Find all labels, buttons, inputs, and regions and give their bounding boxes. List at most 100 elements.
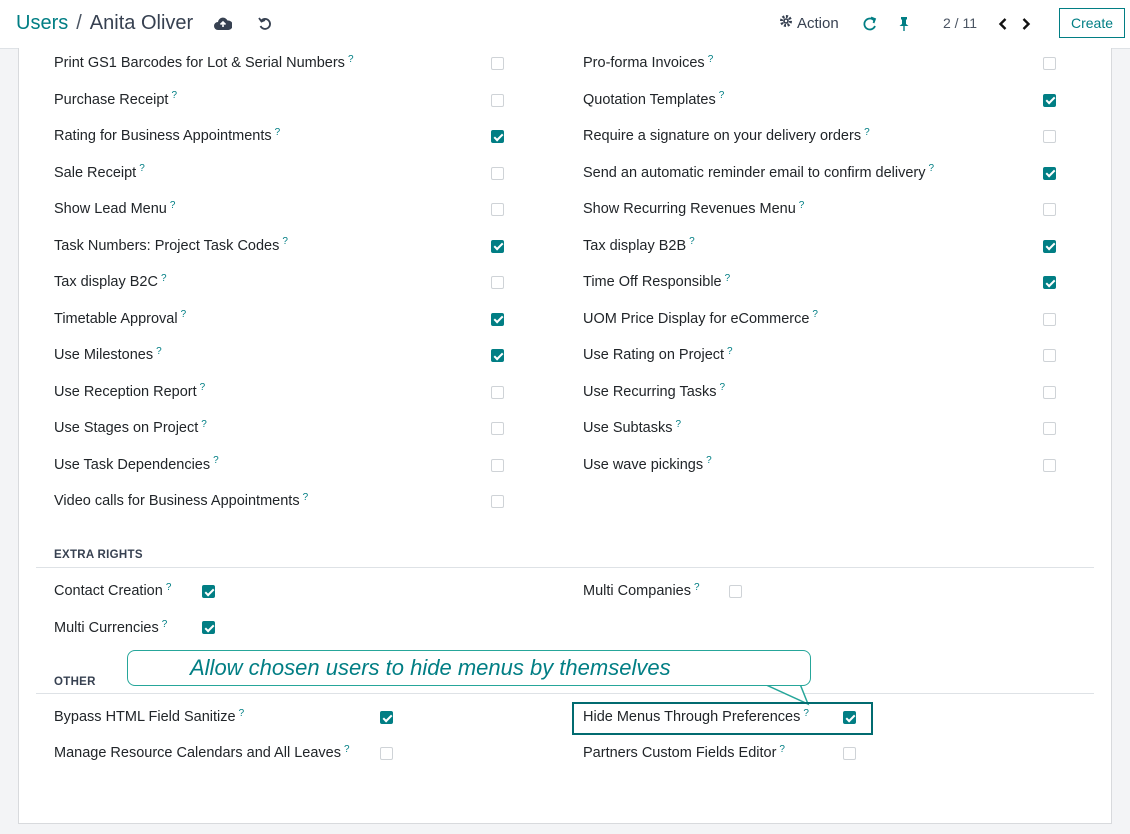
- pager-value[interactable]: 2 / 11: [943, 15, 977, 31]
- multi-currencies-checkbox[interactable]: [202, 621, 215, 634]
- hint-callout: Allow chosen users to hide menus by them…: [127, 650, 811, 686]
- right-group-row: Send an automatic reminder email to conf…: [583, 163, 934, 183]
- right-group-checkbox[interactable]: [1043, 422, 1056, 435]
- help-tooltip-icon[interactable]: ?: [929, 163, 935, 174]
- group-label: Quotation Templates: [583, 91, 716, 108]
- group-label: Use Recurring Tasks: [583, 383, 717, 400]
- right-group-checkbox[interactable]: [1043, 276, 1056, 289]
- help-tooltip-icon[interactable]: ?: [864, 127, 870, 138]
- refresh-icon[interactable]: [859, 13, 881, 35]
- right-group-checkbox[interactable]: [1043, 385, 1056, 399]
- right-group-checkbox[interactable]: [1043, 349, 1056, 362]
- help-tooltip-icon[interactable]: ?: [675, 419, 681, 430]
- create-button[interactable]: Create: [1059, 8, 1125, 38]
- bypass-html-checkbox[interactable]: [380, 711, 393, 724]
- help-tooltip-icon[interactable]: ?: [200, 382, 206, 393]
- left-group-checkbox[interactable]: [491, 203, 504, 216]
- breadcrumb-separator: /: [76, 12, 82, 34]
- help-tooltip-icon[interactable]: ?: [725, 273, 731, 284]
- right-group-checkbox[interactable]: [1043, 312, 1056, 326]
- right-group-checkbox[interactable]: [1043, 203, 1056, 216]
- left-group-checkbox[interactable]: [491, 385, 504, 399]
- right-group-checkbox[interactable]: [1043, 239, 1056, 253]
- action-button[interactable]: Action: [779, 14, 839, 32]
- manage-calendars-label: Manage Resource Calendars and All Leaves…: [54, 743, 350, 763]
- group-label: Require a signature on your delivery ord…: [583, 128, 862, 144]
- contact-creation-checkbox[interactable]: [202, 585, 215, 598]
- manage-calendars-checkbox[interactable]: [380, 747, 393, 760]
- group-label: Tax display B2C: [54, 274, 158, 290]
- group-label: Show Lead Menu: [54, 201, 167, 217]
- help-tooltip-icon[interactable]: ?: [282, 236, 288, 247]
- save-cloud-icon[interactable]: [212, 13, 234, 35]
- help-tooltip-icon[interactable]: ?: [689, 236, 695, 247]
- extra-rights-divider: [36, 567, 1094, 568]
- right-group-checkbox[interactable]: [1043, 57, 1056, 70]
- right-group-checkbox[interactable]: [1043, 130, 1056, 143]
- help-tooltip-icon[interactable]: ?: [201, 419, 207, 430]
- left-group-checkbox[interactable]: [491, 57, 504, 70]
- left-group-row: Print GS1 Barcodes for Lot & Serial Numb…: [54, 53, 354, 73]
- left-group-checkbox[interactable]: [491, 93, 504, 107]
- left-group-checkbox[interactable]: [491, 239, 504, 253]
- help-tooltip-icon[interactable]: ?: [213, 455, 219, 466]
- left-group-checkbox[interactable]: [491, 458, 504, 472]
- pin-icon[interactable]: [893, 13, 915, 35]
- right-group-checkbox[interactable]: [1043, 166, 1056, 180]
- left-group-row: Sale Receipt?: [54, 163, 145, 183]
- help-tooltip-icon[interactable]: ?: [275, 127, 281, 138]
- group-label: Print GS1 Barcodes for Lot & Serial Numb…: [54, 55, 345, 71]
- right-group-row: Use Recurring Tasks?: [583, 382, 725, 402]
- help-tooltip-icon[interactable]: ?: [779, 744, 785, 755]
- help-tooltip-icon[interactable]: ?: [706, 455, 712, 466]
- help-tooltip-icon[interactable]: ?: [727, 346, 733, 357]
- group-label: Send an automatic reminder email to conf…: [583, 164, 926, 181]
- group-label: Tax display B2B: [583, 237, 687, 254]
- multi-companies-text: Multi Companies: [583, 583, 691, 599]
- help-tooltip-icon[interactable]: ?: [156, 346, 162, 357]
- help-tooltip-icon[interactable]: ?: [171, 90, 177, 101]
- discard-undo-icon[interactable]: [254, 13, 276, 35]
- left-group-checkbox[interactable]: [491, 276, 504, 289]
- right-group-checkbox[interactable]: [1043, 93, 1056, 107]
- help-tooltip-icon[interactable]: ?: [708, 54, 714, 65]
- group-label: Show Recurring Revenues Menu: [583, 201, 796, 217]
- left-group-checkbox[interactable]: [491, 422, 504, 435]
- help-tooltip-icon[interactable]: ?: [239, 708, 245, 719]
- left-group-row: Rating for Business Appointments?: [54, 126, 280, 146]
- partners-editor-checkbox[interactable]: [843, 747, 856, 760]
- extra-rights-title: EXTRA RIGHTS: [54, 549, 143, 561]
- help-tooltip-icon[interactable]: ?: [720, 382, 726, 393]
- help-tooltip-icon[interactable]: ?: [348, 54, 354, 65]
- help-tooltip-icon[interactable]: ?: [719, 90, 725, 101]
- help-tooltip-icon[interactable]: ?: [812, 309, 818, 320]
- left-group-checkbox[interactable]: [491, 495, 504, 508]
- help-tooltip-icon[interactable]: ?: [799, 200, 805, 211]
- help-tooltip-icon[interactable]: ?: [161, 273, 167, 284]
- right-group-row: Tax display B2B?: [583, 236, 695, 256]
- breadcrumb-users-link[interactable]: Users: [16, 12, 68, 35]
- multi-companies-checkbox[interactable]: [729, 585, 742, 598]
- help-tooltip-icon[interactable]: ?: [162, 619, 168, 630]
- help-tooltip-icon[interactable]: ?: [170, 200, 176, 211]
- highlight-frame: [572, 702, 873, 735]
- chevron-left-icon[interactable]: [992, 13, 1014, 35]
- help-tooltip-icon[interactable]: ?: [181, 309, 187, 320]
- help-tooltip-icon[interactable]: ?: [139, 163, 145, 174]
- group-label: Use Rating on Project: [583, 347, 725, 363]
- bypass-html-label: Bypass HTML Field Sanitize?: [54, 707, 244, 727]
- right-group-row: Use Subtasks?: [583, 418, 681, 438]
- right-group-checkbox[interactable]: [1043, 458, 1056, 472]
- left-group-checkbox[interactable]: [491, 312, 504, 326]
- help-tooltip-icon[interactable]: ?: [303, 492, 309, 503]
- left-group-row: Video calls for Business Appointments?: [54, 491, 308, 511]
- manage-calendars-text: Manage Resource Calendars and All Leaves: [54, 745, 341, 761]
- help-tooltip-icon[interactable]: ?: [694, 582, 700, 593]
- left-group-checkbox[interactable]: [491, 130, 504, 143]
- group-label: Time Off Responsible: [583, 274, 722, 290]
- left-group-checkbox[interactable]: [491, 166, 504, 180]
- help-tooltip-icon[interactable]: ?: [344, 744, 350, 755]
- help-tooltip-icon[interactable]: ?: [166, 582, 172, 593]
- left-group-checkbox[interactable]: [491, 349, 504, 362]
- chevron-right-icon[interactable]: [1015, 13, 1037, 35]
